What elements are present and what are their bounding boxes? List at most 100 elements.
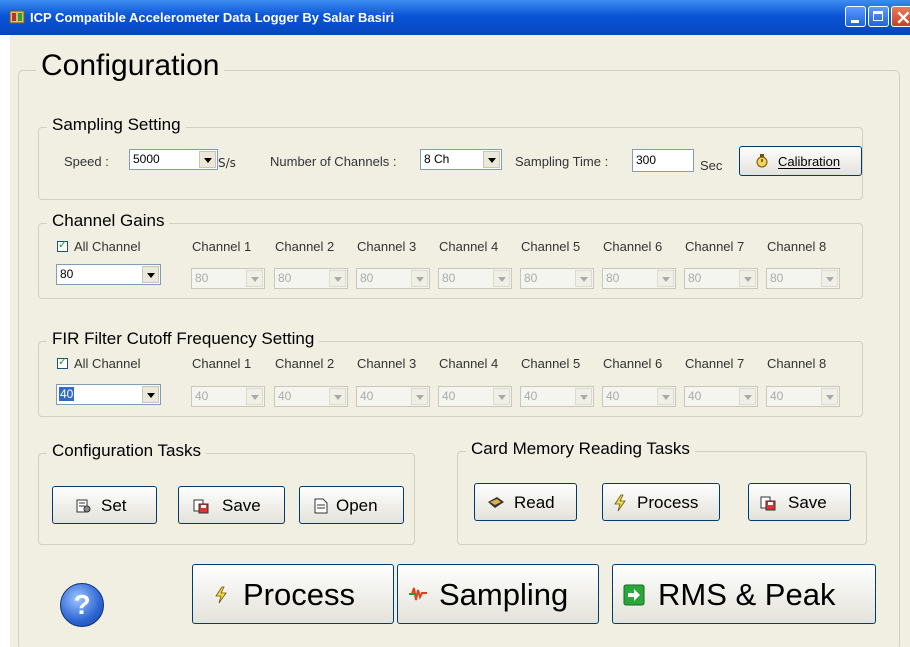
fir-channel-3-select[interactable]: 40 [356, 386, 430, 407]
gains-channel-7-label: Channel 7 [685, 239, 745, 254]
fir-channel-6-select[interactable]: 40 [602, 386, 676, 407]
fir-channel-5-select[interactable]: 40 [520, 386, 594, 407]
lightning-icon [215, 586, 227, 604]
calibration-label: Calibration [778, 154, 841, 169]
fir-channel-1-select[interactable]: 40 [191, 386, 265, 407]
gains-channel-5-select[interactable]: 80 [520, 268, 594, 289]
fir-channel-8-label: Channel 8 [767, 356, 827, 371]
gains-channel-2-value: 80 [278, 271, 292, 285]
fir-channel-6-value: 40 [606, 389, 620, 403]
open-button[interactable]: Open [299, 486, 404, 524]
fir-channel-7-label: Channel 7 [685, 356, 745, 371]
sampling-button[interactable]: Sampling [397, 564, 599, 624]
fir-channel-2-value: 40 [278, 389, 292, 403]
close-button[interactable] [891, 5, 910, 29]
gains-channel-8-select[interactable]: 80 [766, 268, 840, 289]
gains-channel-4-select[interactable]: 80 [438, 268, 512, 289]
fir-channel-7-value: 40 [688, 389, 702, 403]
process-button[interactable]: Process [192, 564, 394, 624]
gains-channel-4-value: 80 [442, 271, 456, 285]
chevron-down-icon[interactable] [142, 266, 159, 283]
sampling-time-value: 300 [636, 153, 657, 167]
card-process-label: Process [637, 493, 699, 512]
gains-channel-1-select[interactable]: 80 [191, 268, 265, 289]
gains-channel-6-label: Channel 6 [603, 239, 663, 254]
chevron-down-icon [329, 270, 346, 287]
help-button[interactable]: ? [60, 583, 104, 627]
fir-all-select[interactable]: 40 [56, 384, 161, 405]
waveform-icon [409, 587, 427, 601]
chevron-down-icon[interactable] [199, 151, 216, 168]
save-icon [760, 496, 776, 511]
gains-channel-1-value: 80 [195, 271, 209, 285]
fir-channel-4-select[interactable]: 40 [438, 386, 512, 407]
fir-channel-8-select[interactable]: 40 [766, 386, 840, 407]
fir-channel-5-value: 40 [524, 389, 538, 403]
memory-card-icon [488, 497, 504, 508]
chevron-down-icon [493, 388, 510, 405]
fir-channel-2-select[interactable]: 40 [274, 386, 348, 407]
channels-select[interactable]: 8 Ch [420, 149, 502, 170]
gains-channel-5-value: 80 [524, 271, 538, 285]
card-process-button[interactable]: Process [602, 483, 720, 521]
gains-channel-2-label: Channel 2 [275, 239, 335, 254]
chevron-down-icon [329, 388, 346, 405]
gains-channel-8-label: Channel 8 [767, 239, 827, 254]
card-save-label: Save [788, 493, 827, 512]
speed-unit: S/s [218, 156, 236, 170]
fir-channel-4-value: 40 [442, 389, 456, 403]
channel-gains-heading: Channel Gains [47, 211, 170, 231]
fir-all-value-wrap: 40 [59, 387, 75, 401]
chevron-down-icon [657, 388, 674, 405]
chevron-down-icon[interactable] [142, 386, 159, 403]
chevron-down-icon[interactable] [483, 151, 500, 168]
config-save-button[interactable]: Save [178, 486, 285, 524]
minimize-button[interactable] [845, 6, 866, 27]
chevron-down-icon [575, 388, 592, 405]
gauge-icon [756, 154, 768, 168]
process-label: Process [243, 577, 355, 612]
gains-channel-2-select[interactable]: 80 [274, 268, 348, 289]
calibration-button[interactable]: Calibration [739, 146, 862, 176]
chevron-down-icon [411, 388, 428, 405]
configuration-heading: Configuration [36, 49, 225, 83]
chevron-down-icon [411, 270, 428, 287]
sampling-time-input[interactable]: 300 [632, 149, 694, 172]
fir-all-channel-checkbox[interactable] [57, 355, 68, 369]
chevron-down-icon [493, 270, 510, 287]
gains-channel-5-label: Channel 5 [521, 239, 581, 254]
gains-channel-6-select[interactable]: 80 [602, 268, 676, 289]
gains-channel-8-value: 80 [770, 271, 784, 285]
rms-peak-button[interactable]: RMS & Peak [612, 564, 876, 624]
window-title: ICP Compatible Accelerometer Data Logger… [30, 10, 395, 25]
gains-channel-7-value: 80 [688, 271, 702, 285]
chevron-down-icon [821, 270, 838, 287]
fir-channel-8-value: 40 [770, 389, 784, 403]
chevron-down-icon [575, 270, 592, 287]
chevron-down-icon [246, 388, 263, 405]
speed-select[interactable]: 5000 [129, 149, 218, 170]
read-button[interactable]: Read [474, 483, 577, 521]
card-memory-heading: Card Memory Reading Tasks [466, 439, 695, 459]
maximize-button[interactable] [868, 6, 889, 27]
open-label: Open [336, 496, 378, 515]
set-button[interactable]: Set [52, 486, 157, 524]
gains-channel-7-select[interactable]: 80 [684, 268, 758, 289]
window-left-edge [0, 35, 10, 647]
save-icon [193, 499, 209, 514]
help-icon: ? [73, 589, 91, 620]
card-save-button[interactable]: Save [748, 483, 851, 521]
speed-value: 5000 [133, 152, 160, 166]
gains-all-select[interactable]: 80 [56, 264, 161, 285]
chevron-down-icon [739, 388, 756, 405]
config-save-label: Save [222, 496, 261, 515]
fir-channel-7-select[interactable]: 40 [684, 386, 758, 407]
fir-channel-3-label: Channel 3 [357, 356, 417, 371]
rms-peak-label: RMS & Peak [658, 577, 836, 612]
gains-channel-3-select[interactable]: 80 [356, 268, 430, 289]
read-label: Read [514, 493, 555, 512]
gains-all-channel-checkbox[interactable] [57, 238, 68, 252]
title-bar[interactable]: ICP Compatible Accelerometer Data Logger… [0, 0, 910, 35]
sampling-time-unit: Sec [700, 158, 723, 173]
fir-channel-4-label: Channel 4 [439, 356, 499, 371]
